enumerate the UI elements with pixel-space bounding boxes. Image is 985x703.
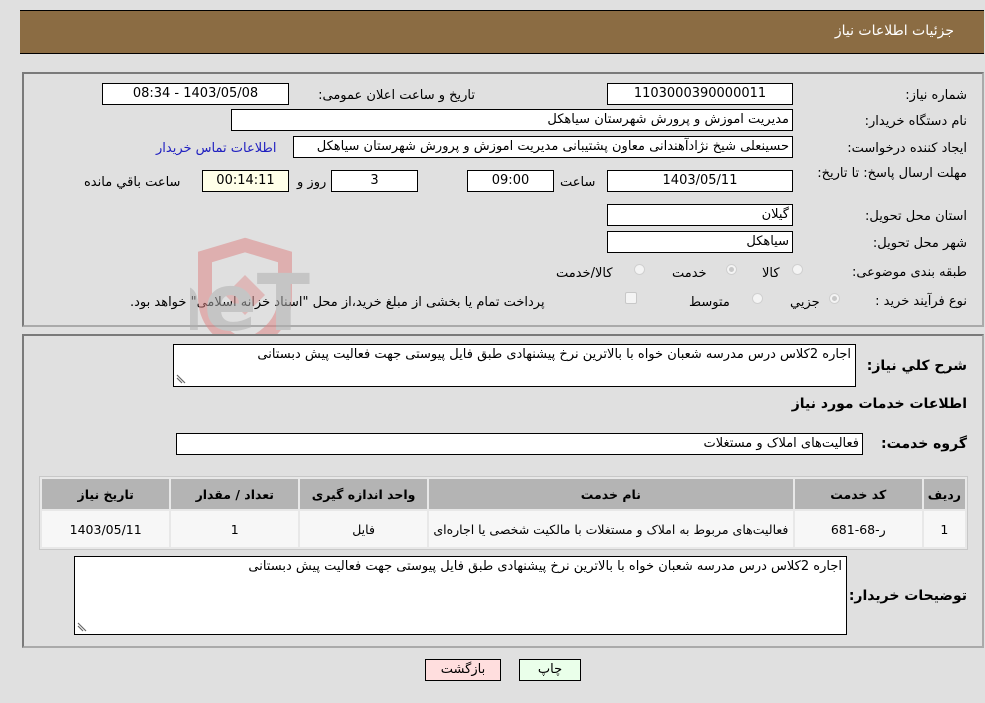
- need-number-label: شماره نیاز:: [905, 88, 967, 103]
- table-row: 1 ر-68-681 فعالیت‌های مربوط به املاک و م…: [42, 511, 965, 547]
- cell-service-name: فعالیت‌های مربوط به املاک و مستغلات با م…: [428, 511, 793, 547]
- announce-datetime-label: تاریخ و ساعت اعلان عمومی:: [318, 88, 475, 103]
- cell-row-number: 1: [923, 511, 965, 547]
- print-button[interactable]: چاپ: [519, 659, 581, 681]
- category-service-radio[interactable]: [726, 264, 737, 275]
- purchase-minor-label: جزيي: [790, 295, 820, 310]
- remaining-time-field[interactable]: 00:14:11: [202, 170, 289, 192]
- category-goods-label: کالا: [762, 266, 780, 281]
- cell-quantity: 1: [171, 511, 299, 547]
- services-table: ردیف کد خدمت نام خدمت واحد اندازه گیری ت…: [39, 476, 968, 550]
- cell-need-date: 1403/05/11: [42, 511, 170, 547]
- buyer-notes-text: اجاره 2کلاس درس مدرسه شعبان خواه با بالا…: [248, 559, 842, 574]
- col-quantity: تعداد / مقدار: [171, 479, 299, 509]
- col-service-code: کد خدمت: [794, 479, 922, 509]
- purchase-medium-label: متوسط: [689, 295, 730, 310]
- remaining-days-field[interactable]: 3: [331, 170, 418, 192]
- description-label: شرح کلي نياز:: [866, 358, 967, 374]
- cell-unit: فایل: [300, 511, 427, 547]
- treasury-note: پرداخت تمام یا بخشی از مبلغ خرید،از محل …: [130, 295, 545, 310]
- province-label: استان محل تحویل:: [865, 209, 967, 224]
- table-header-row: ردیف کد خدمت نام خدمت واحد اندازه گیری ت…: [42, 479, 965, 509]
- col-row-number: ردیف: [923, 479, 965, 509]
- buyer-org-field[interactable]: مدیریت اموزش و پرورش شهرستان سیاهکل: [231, 109, 793, 131]
- description-textarea[interactable]: اجاره 2کلاس درس مدرسه شعبان خواه با بالا…: [173, 344, 856, 387]
- treasury-checkbox[interactable]: [625, 292, 637, 304]
- remaining-time-label: ساعت باقي مانده: [84, 175, 181, 190]
- resize-grip-icon[interactable]: [77, 622, 87, 632]
- city-field[interactable]: سیاهکل: [607, 231, 793, 253]
- requester-label: ایجاد کننده درخواست:: [847, 141, 967, 156]
- category-goods-service-label: کالا/خدمت: [556, 266, 613, 281]
- services-section-title: اطلاعات خدمات مورد نیاز: [791, 396, 967, 412]
- cell-service-code: ر-68-681: [794, 511, 922, 547]
- category-goods-radio[interactable]: [792, 264, 803, 275]
- service-group-field[interactable]: فعالیت‌های املاک و مستغلات: [176, 433, 863, 455]
- back-button[interactable]: بازگشت: [425, 659, 501, 681]
- deadline-label: مهلت ارسال پاسخ: تا تاریخ:: [817, 166, 967, 181]
- purchase-type-label: نوع فرآیند خرید :: [875, 294, 967, 309]
- deadline-time-label: ساعت: [560, 175, 596, 190]
- announce-datetime-field[interactable]: 1403/05/08 - 08:34: [102, 83, 289, 105]
- category-label: طبقه بندی موضوعی:: [851, 265, 967, 280]
- category-service-label: خدمت: [672, 266, 707, 281]
- purchase-medium-radio[interactable]: [752, 293, 763, 304]
- buyer-notes-label: توضیحات خریدار:: [848, 588, 967, 604]
- service-group-label: گروه خدمت:: [881, 436, 967, 452]
- buyer-notes-textarea[interactable]: اجاره 2کلاس درس مدرسه شعبان خواه با بالا…: [74, 556, 847, 635]
- page-header: جزئیات اطلاعات نیاز: [20, 10, 984, 54]
- deadline-date-field[interactable]: 1403/05/11: [607, 170, 793, 192]
- col-need-date: تاریخ نیاز: [42, 479, 170, 509]
- col-service-name: نام خدمت: [428, 479, 793, 509]
- category-goods-service-radio[interactable]: [634, 264, 645, 275]
- city-label: شهر محل تحویل:: [872, 236, 967, 251]
- deadline-time-field[interactable]: 09:00: [467, 170, 554, 192]
- purchase-minor-radio[interactable]: [829, 293, 840, 304]
- requester-field[interactable]: حسینعلی شیخ نژادآهندانی معاون پشتیبانی م…: [293, 136, 793, 158]
- province-field[interactable]: گیلان: [607, 204, 793, 226]
- resize-grip-icon[interactable]: [176, 374, 186, 384]
- need-number-field[interactable]: 1103000390000011: [607, 83, 793, 105]
- buyer-contact-link[interactable]: اطلاعات تماس خریدار: [156, 141, 276, 156]
- page-title: جزئیات اطلاعات نیاز: [834, 23, 954, 39]
- description-text: اجاره 2کلاس درس مدرسه شعبان خواه با بالا…: [257, 347, 851, 362]
- buyer-org-label: نام دستگاه خریدار:: [864, 114, 967, 129]
- col-unit: واحد اندازه گیری: [300, 479, 427, 509]
- days-label: روز و: [297, 175, 327, 190]
